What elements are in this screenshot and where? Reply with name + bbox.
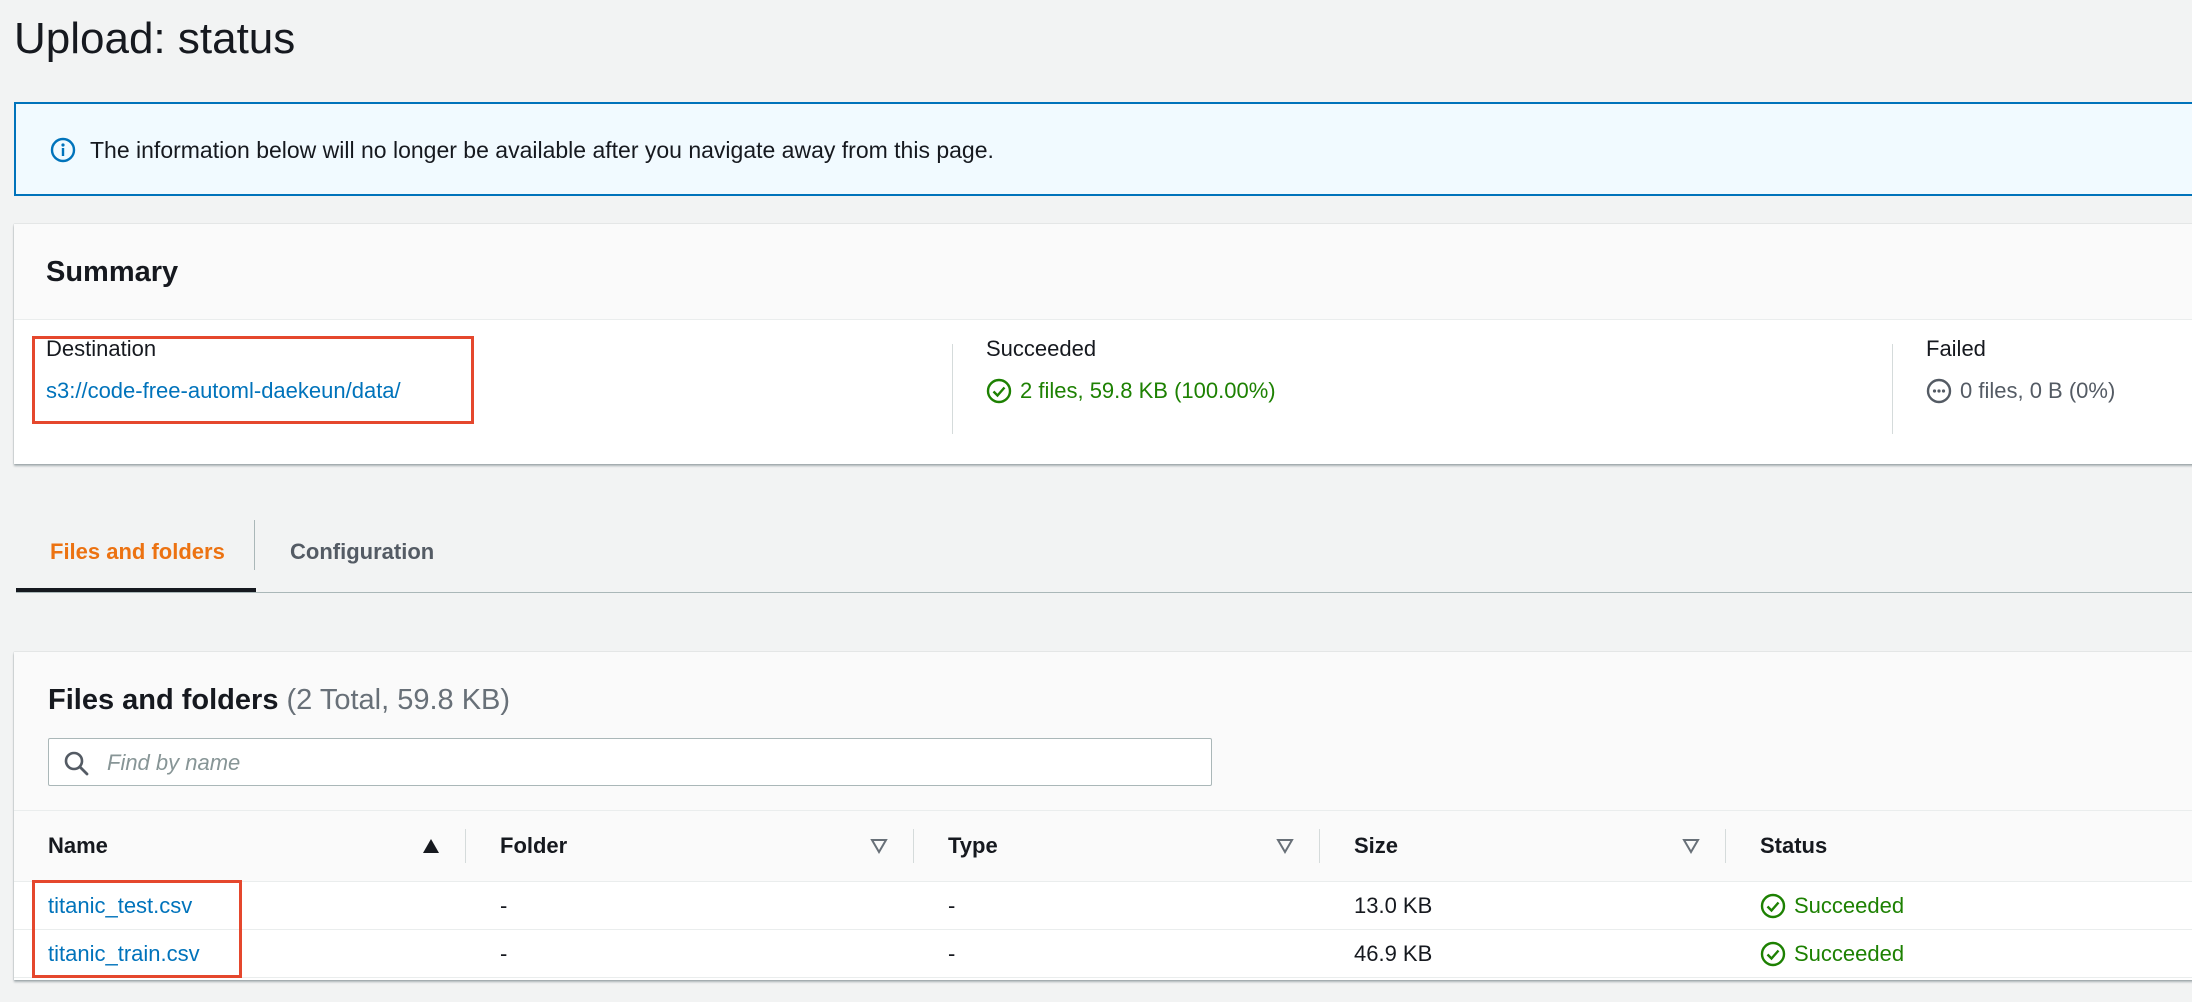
check-circle-icon — [1760, 893, 1786, 918]
column-header-size[interactable]: Size — [1320, 811, 1726, 882]
check-circle-icon — [986, 378, 1012, 404]
caret-up-icon — [423, 839, 439, 853]
folder-cell: - — [500, 892, 508, 918]
file-name-link[interactable]: titanic_train.csv — [48, 941, 200, 966]
destination-link[interactable]: s3://code-free-automl-daekeun/data/ — [46, 376, 401, 406]
info-banner: The information below will no longer be … — [14, 102, 2192, 196]
size-cell: 13.0 KB — [1354, 892, 1433, 918]
summary-title: Summary — [46, 256, 179, 288]
column-header-name[interactable]: Name — [14, 811, 466, 882]
column-header-label: Status — [1760, 833, 1828, 858]
info-icon — [50, 137, 76, 163]
file-name-link[interactable]: titanic_test.csv — [48, 893, 192, 918]
status-text: Succeeded — [1794, 940, 1905, 966]
succeeded-column: Succeeded 2 files, 59.8 KB (100.00%) — [986, 334, 1276, 406]
failed-value: 0 files, 0 B (0%) — [1960, 378, 2116, 403]
column-header-label: Size — [1354, 833, 1399, 858]
column-header-folder[interactable]: Folder — [466, 811, 914, 882]
summary-header: Summary — [14, 224, 2192, 320]
destination-label: Destination — [46, 336, 157, 361]
files-header: Files and folders (2 Total, 59.8 KB) — [14, 652, 2192, 810]
column-header-label: Folder — [500, 833, 568, 858]
files-title-text: Files and folders — [48, 684, 279, 716]
files-panel: Files and folders (2 Total, 59.8 KB) Nam… — [14, 652, 2192, 980]
files-table: Name Folder Type Size Status titanic_tes… — [14, 810, 2192, 978]
folder-cell: - — [500, 940, 508, 966]
failed-label: Failed — [1926, 336, 1986, 361]
search-box — [48, 738, 1212, 786]
type-cell: - — [948, 892, 956, 918]
summary-divider — [952, 344, 953, 434]
destination-column: Destination s3://code-free-automl-daekeu… — [46, 334, 401, 406]
tab-bar: Files and folders Configuration — [16, 508, 2192, 593]
summary-divider — [1892, 344, 1893, 434]
table-row: titanic_test.csv - - 13.0 KB Succeeded — [14, 882, 2192, 930]
tab-separator — [254, 520, 255, 570]
caret-down-outline-icon — [1276, 839, 1294, 854]
succeeded-value: 2 files, 59.8 KB (100.00%) — [1020, 378, 1276, 403]
check-circle-icon — [1760, 941, 1786, 966]
caret-down-outline-icon — [1682, 839, 1700, 854]
column-header-label: Name — [48, 833, 108, 858]
column-header-label: Type — [948, 833, 998, 858]
dots-circle-icon — [1926, 378, 1952, 404]
tab-files-and-folders[interactable]: Files and folders — [50, 528, 225, 576]
summary-panel: Summary Destination s3://code-free-autom… — [14, 224, 2192, 464]
column-header-status[interactable]: Status — [1726, 811, 2192, 882]
column-header-type[interactable]: Type — [914, 811, 1320, 882]
banner-text: The information below will no longer be … — [90, 137, 994, 163]
search-icon — [64, 751, 89, 776]
status-cell: Succeeded — [1760, 893, 2192, 919]
type-cell: - — [948, 940, 956, 966]
table-header-row: Name Folder Type Size Status — [14, 810, 2192, 882]
status-text: Succeeded — [1794, 892, 1905, 918]
files-title: Files and folders (2 Total, 59.8 KB) — [48, 680, 510, 720]
size-cell: 46.9 KB — [1354, 940, 1433, 966]
caret-down-outline-icon — [870, 839, 888, 854]
failed-column: Failed 0 files, 0 B (0%) — [1926, 334, 2115, 406]
search-input[interactable] — [105, 743, 1199, 783]
table-row: titanic_train.csv - - 46.9 KB Succeeded — [14, 930, 2192, 978]
succeeded-label: Succeeded — [986, 336, 1097, 361]
status-cell: Succeeded — [1760, 941, 2192, 967]
tab-configuration[interactable]: Configuration — [290, 528, 434, 576]
page-title: Upload: status — [14, 14, 296, 63]
files-count: (2 Total, 59.8 KB) — [286, 684, 511, 716]
tab-active-indicator — [16, 588, 256, 592]
